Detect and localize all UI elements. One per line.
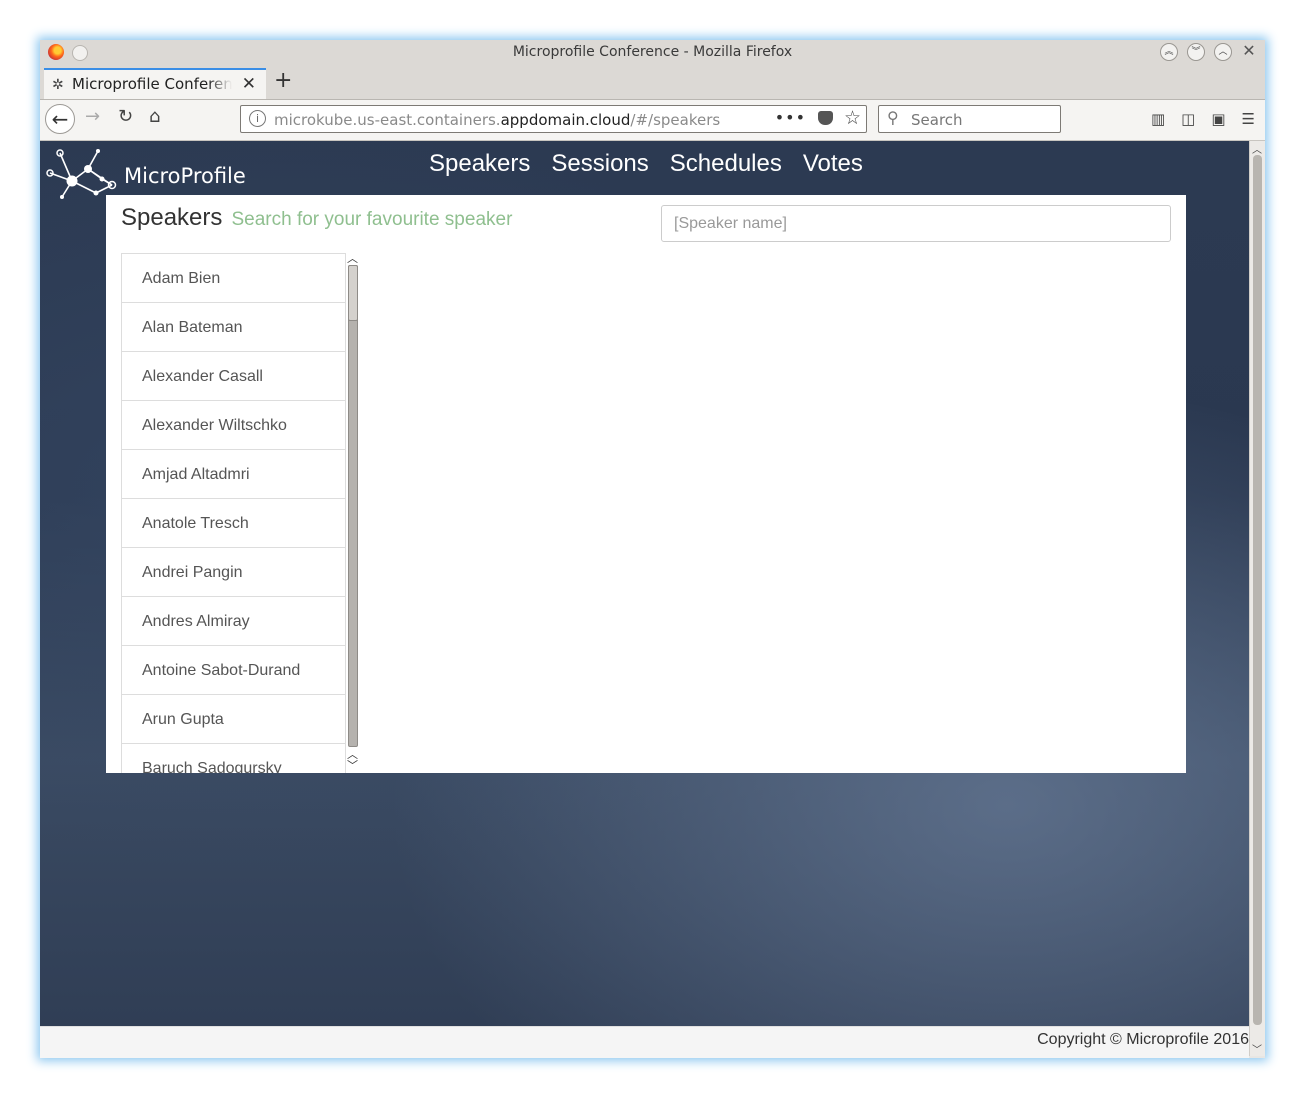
browser-search-box[interactable]: ⚲ xyxy=(878,105,1061,133)
pocket-icon[interactable] xyxy=(818,111,833,125)
window-controls: ︽ ︾ ︿ ✕ xyxy=(1160,43,1257,61)
address-bar[interactable]: i microkube.us-east.containers.appdomain… xyxy=(240,105,867,133)
page-title: Speakers Search for your favourite speak… xyxy=(121,204,512,232)
speaker-search-input[interactable] xyxy=(661,205,1171,242)
library-icon[interactable]: ▥ xyxy=(1151,110,1165,128)
page-actions-icon[interactable]: ••• xyxy=(775,108,806,127)
speakers-panel: Speakers Search for your favourite speak… xyxy=(106,195,1186,773)
site-info-icon[interactable]: i xyxy=(249,110,266,127)
window-title: Microprofile Conference - Mozilla Firefo… xyxy=(512,44,793,60)
list-item[interactable]: Alan Bateman xyxy=(122,303,345,352)
page-scrollbar[interactable]: ︿ ﹀ xyxy=(1249,141,1265,1056)
browser-search-input[interactable] xyxy=(909,109,1058,131)
scrollbar-track[interactable] xyxy=(348,265,358,747)
page-footer: Copyright © Microprofile 2016 xyxy=(40,1026,1249,1058)
extension-icon[interactable]: ▣ xyxy=(1211,110,1225,128)
sidebar-icon[interactable]: ◫ xyxy=(1181,110,1195,128)
forward-button[interactable]: → xyxy=(85,106,100,127)
list-item[interactable]: Arun Gupta xyxy=(122,695,345,744)
title-bar: Microprofile Conference - Mozilla Firefo… xyxy=(40,40,1265,66)
scroll-down-icon[interactable]: ﹀ xyxy=(347,760,358,771)
browser-window: Microprofile Conference - Mozilla Firefo… xyxy=(40,40,1265,1058)
microprofile-logo-icon[interactable] xyxy=(46,145,126,201)
nav-speakers[interactable]: Speakers xyxy=(429,150,530,178)
page-scroll-down-icon[interactable]: ﹀ xyxy=(1252,1041,1262,1056)
site-logo-text[interactable]: MicroProfile xyxy=(124,164,246,188)
scrollbar-thumb[interactable] xyxy=(348,265,358,321)
bookmark-star-icon[interactable]: ☆ xyxy=(844,107,861,129)
list-item[interactable]: Antoine Sabot-Durand xyxy=(122,646,345,695)
hamburger-menu-icon[interactable]: ☰ xyxy=(1242,110,1255,128)
nav-sessions[interactable]: Sessions xyxy=(551,150,648,178)
page-scroll-up-icon[interactable]: ︿ xyxy=(1252,141,1262,156)
tab-favicon-icon: ✲ xyxy=(52,77,64,93)
minimize-window-icon[interactable]: ︾ xyxy=(1187,43,1205,61)
copyright-text: Copyright © Microprofile 2016 xyxy=(1037,1031,1249,1048)
search-icon: ⚲ xyxy=(887,108,899,127)
toolbar-right: ▥ ◫ ▣ ☰ xyxy=(1151,110,1255,128)
tab-bar: ✲ Microprofile Conference ✕ + xyxy=(40,66,1265,100)
site-nav: Speakers Sessions Schedules Votes xyxy=(429,150,863,178)
page-viewport: MicroProfile Speakers Sessions Schedules… xyxy=(40,141,1249,1026)
reload-icon: ↻ xyxy=(118,106,134,127)
list-item[interactable]: Amjad Altadmri xyxy=(122,450,345,499)
navigation-toolbar: ← → ↻ ⌂ i microkube.us-east.containers.a… xyxy=(40,100,1265,141)
nav-votes[interactable]: Votes xyxy=(803,150,863,178)
shade-window-icon[interactable]: ︽ xyxy=(1160,43,1178,61)
site-header: MicroProfile Speakers Sessions Schedules… xyxy=(40,141,1249,199)
list-item[interactable]: Adam Bien xyxy=(122,254,345,303)
arrow-right-icon: → xyxy=(85,106,101,127)
speaker-list-scrollbar[interactable]: ︿ ︿ ﹀ xyxy=(346,253,360,773)
new-tab-button[interactable]: + xyxy=(274,68,292,93)
tab-microprofile[interactable]: ✲ Microprofile Conference ✕ xyxy=(44,68,266,99)
list-item[interactable]: Andrei Pangin xyxy=(122,548,345,597)
list-item[interactable]: Alexander Casall xyxy=(122,352,345,401)
list-item[interactable]: Andres Almiray xyxy=(122,597,345,646)
reload-button[interactable]: ↻ xyxy=(118,106,133,127)
arrow-left-icon: ← xyxy=(51,107,69,131)
speakers-heading: Speakers xyxy=(121,204,223,231)
back-button[interactable]: ← xyxy=(45,104,75,134)
page-scrollbar-thumb[interactable] xyxy=(1253,155,1262,1025)
home-button[interactable]: ⌂ xyxy=(149,106,160,127)
tab-title: Microprofile Conference xyxy=(72,75,232,93)
maximize-window-icon[interactable]: ︿ xyxy=(1214,43,1232,61)
list-item[interactable]: Alexander Wiltschko xyxy=(122,401,345,450)
speaker-list: Adam Bien Alan Bateman Alexander Casall … xyxy=(121,253,346,773)
tab-close-icon[interactable]: ✕ xyxy=(242,74,256,94)
nav-schedules[interactable]: Schedules xyxy=(670,150,782,178)
scroll-up-icon[interactable]: ︿ xyxy=(347,253,358,264)
url-text[interactable]: microkube.us-east.containers.appdomain.c… xyxy=(274,111,720,129)
list-item[interactable]: Anatole Tresch xyxy=(122,499,345,548)
close-window-icon[interactable]: ✕ xyxy=(1241,43,1257,59)
speakers-subheading: Search for your favourite speaker xyxy=(231,209,513,230)
list-item[interactable]: Baruch Sadogursky xyxy=(122,744,345,773)
home-icon: ⌂ xyxy=(149,106,161,127)
